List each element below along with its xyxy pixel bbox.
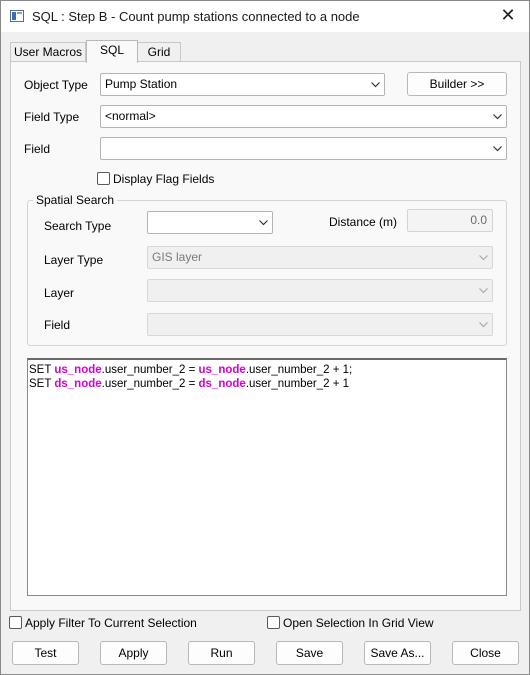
layer-type-label: Layer Type <box>44 253 104 267</box>
save-button[interactable]: Save <box>276 641 343 665</box>
field-type-dropdown[interactable]: <normal> <box>100 105 507 128</box>
sql-keyword: us_node <box>54 364 102 376</box>
layer-type-dropdown[interactable]: GIS layer <box>147 246 493 269</box>
sql-window-icon <box>10 10 24 22</box>
field-dropdown[interactable] <box>100 137 507 160</box>
chevron-down-icon <box>479 321 488 328</box>
test-button[interactable]: Test <box>12 641 79 665</box>
sql-text: .user_number_2 = <box>101 378 199 390</box>
spatial-search-title: Spatial Search <box>33 193 118 207</box>
apply-filter-label: Apply Filter To Current Selection <box>25 616 197 630</box>
object-type-label: Object Type <box>24 78 88 92</box>
layer-label: Layer <box>44 286 75 300</box>
sql-dialog-window: SQL : Step B - Count pump stations conne… <box>0 0 530 675</box>
chevron-down-icon <box>259 219 268 226</box>
save-as-button[interactable]: Save As... <box>364 641 431 665</box>
object-type-dropdown[interactable]: Pump Station <box>100 73 385 96</box>
tab-user-macros[interactable]: User Macros <box>10 42 86 62</box>
builder-button[interactable]: Builder >> <box>407 72 507 96</box>
sql-keyword: us_node <box>198 364 246 376</box>
chevron-down-icon <box>479 287 488 294</box>
chevron-down-icon <box>493 113 502 120</box>
field-label: Field <box>24 142 51 156</box>
sql-text: .user_number_2 + 1; <box>245 364 353 376</box>
display-flag-fields-label: Display Flag Fields <box>113 172 215 186</box>
distance-field[interactable]: 0.0 <box>407 209 493 232</box>
open-grid-label: Open Selection In Grid View <box>283 616 434 630</box>
sql-text: .user_number_2 + 1 <box>245 378 350 390</box>
close-window-icon[interactable]: ✕ <box>497 5 519 27</box>
layer-dropdown[interactable] <box>147 279 493 302</box>
spatial-field-label: Field <box>44 318 71 332</box>
display-flag-fields-checkbox[interactable] <box>97 172 110 185</box>
search-type-label: Search Type <box>44 219 112 233</box>
chevron-down-icon <box>479 254 488 261</box>
close-button[interactable]: Close <box>452 641 519 665</box>
sql-line: SET ds_node.user_number_2 = ds_node.user… <box>29 377 505 391</box>
field-type-value: <normal> <box>105 109 156 123</box>
sql-editor[interactable]: SET us_node.user_number_2 = us_node.user… <box>27 358 507 596</box>
sql-text: .user_number_2 = <box>101 364 199 376</box>
sql-text: SET <box>29 364 55 376</box>
chevron-down-icon <box>371 81 380 88</box>
sql-tab-panel: Object Type Pump Station Builder >> Fiel… <box>10 61 521 611</box>
sql-text: SET <box>29 378 55 390</box>
layer-type-value: GIS layer <box>152 250 203 264</box>
title-bar[interactable]: SQL : Step B - Count pump stations conne… <box>1 1 529 32</box>
tab-grid[interactable]: Grid <box>137 42 181 62</box>
open-grid-checkbox[interactable] <box>267 616 280 629</box>
apply-button[interactable]: Apply <box>100 641 167 665</box>
search-type-dropdown[interactable] <box>147 211 273 234</box>
field-type-label: Field Type <box>24 110 80 124</box>
sql-line: SET us_node.user_number_2 = us_node.user… <box>29 363 505 377</box>
chevron-down-icon <box>493 145 502 152</box>
object-type-value: Pump Station <box>105 77 178 91</box>
apply-filter-checkbox[interactable] <box>9 616 22 629</box>
spatial-field-dropdown[interactable] <box>147 313 493 336</box>
window-title: SQL : Step B - Count pump stations conne… <box>32 9 360 24</box>
sql-keyword: ds_node <box>54 378 102 390</box>
sql-keyword: ds_node <box>198 378 246 390</box>
run-button[interactable]: Run <box>188 641 255 665</box>
distance-label: Distance (m) <box>329 215 398 229</box>
tab-sql[interactable]: SQL <box>86 40 138 63</box>
